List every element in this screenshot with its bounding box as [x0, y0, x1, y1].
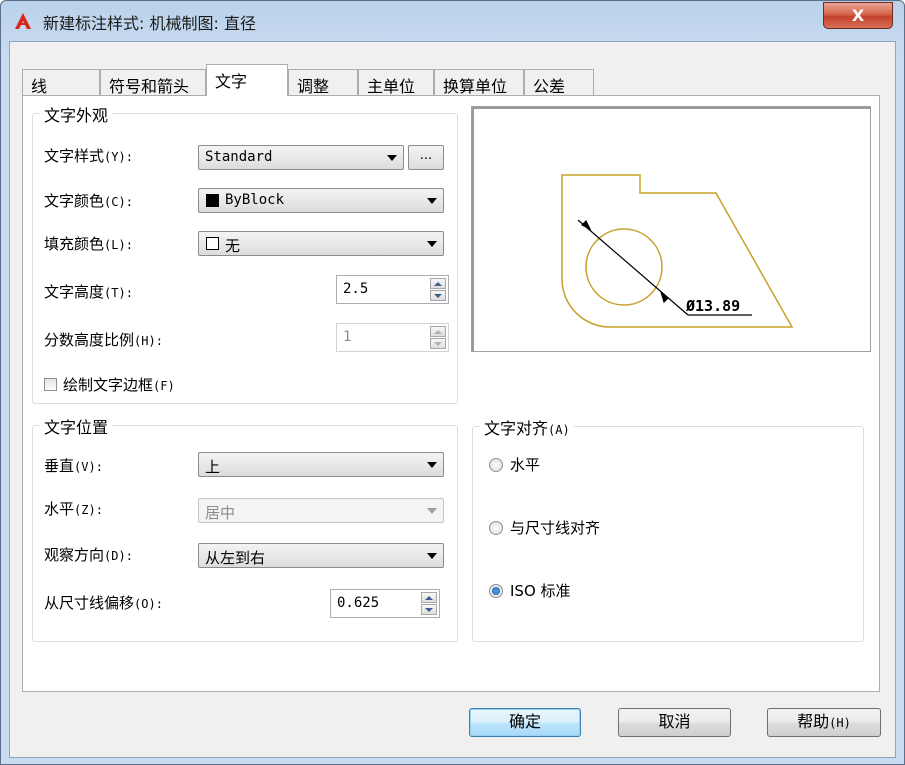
align-iso-label[interactable]: ISO 标准 — [510, 580, 571, 601]
spinner-buttons[interactable] — [430, 326, 446, 349]
vertical-combo[interactable]: 上 — [198, 452, 444, 477]
spin-down-icon[interactable] — [430, 290, 446, 301]
chevron-down-icon — [427, 198, 437, 204]
text-height-spinner[interactable]: 2.5 — [336, 275, 449, 304]
autocad-logo-icon — [15, 13, 31, 29]
dimension-preview-drawing: Ø13.89 — [561, 174, 794, 328]
text-color-combo[interactable]: ByBlock — [198, 188, 444, 213]
group-title-text-placement: 文字位置 — [40, 414, 113, 438]
fill-color-label: 填充颜色(L): — [44, 235, 133, 253]
spin-up-icon[interactable] — [430, 326, 446, 337]
browse-label: ... — [419, 148, 433, 163]
close-icon: X — [851, 6, 865, 25]
text-style-value: Standard — [205, 149, 273, 165]
tab-fit[interactable]: 调整 — [288, 69, 358, 96]
spin-down-icon[interactable] — [430, 338, 446, 349]
spin-up-icon[interactable] — [421, 592, 437, 603]
draw-frame-label[interactable]: 绘制文字边框(F) — [63, 374, 175, 395]
cancel-button[interactable]: 取消 — [618, 708, 731, 737]
empty-swatch-icon — [206, 237, 219, 250]
horizontal-combo[interactable]: 居中 — [198, 498, 444, 523]
window-title: 新建标注样式: 机械制图: 直径 — [43, 14, 256, 33]
preview-dimension-text: Ø13.89 — [685, 297, 740, 315]
tab-label: 文字 — [215, 72, 248, 91]
help-label: 帮助 — [797, 712, 830, 731]
chevron-down-icon — [427, 241, 437, 247]
align-with-dimline-label[interactable]: 与尺寸线对齐 — [510, 517, 600, 538]
fill-color-value: 无 — [225, 237, 241, 255]
ok-button[interactable]: 确定 — [469, 708, 581, 737]
tab-label: 主单位 — [367, 77, 416, 96]
ok-label: 确定 — [508, 712, 541, 731]
vertical-value: 上 — [205, 458, 221, 476]
align-with-dimline-radio[interactable] — [489, 521, 503, 535]
tab-label: 公差 — [533, 77, 566, 96]
tab-label: 线 — [31, 77, 48, 96]
help-key: (H) — [829, 716, 851, 730]
help-button[interactable]: 帮助(H) — [767, 708, 881, 737]
spin-down-icon[interactable] — [421, 604, 437, 615]
close-button[interactable]: X — [823, 2, 893, 29]
fraction-height-label: 分数高度比例(H): — [44, 331, 163, 349]
tab-label: 调整 — [297, 77, 330, 96]
draw-frame-checkbox[interactable] — [44, 378, 57, 391]
tab-alternate-units[interactable]: 换算单位 — [434, 69, 524, 96]
horizontal-label: 水平(Z): — [44, 500, 103, 518]
chevron-down-icon — [427, 462, 437, 468]
tab-label: 符号和箭头 — [109, 77, 190, 96]
tab-primary-units[interactable]: 主单位 — [358, 69, 434, 96]
vertical-label: 垂直(V): — [44, 457, 103, 475]
tab-text[interactable]: 文字 — [206, 64, 288, 96]
align-horizontal-label[interactable]: 水平 — [510, 454, 540, 475]
tab-label: 换算单位 — [443, 77, 508, 96]
text-style-combo[interactable]: Standard — [198, 145, 404, 170]
tab-tolerances[interactable]: 公差 — [524, 69, 594, 96]
text-style-label: 文字样式(Y): — [44, 147, 133, 165]
spinner-buttons[interactable] — [430, 278, 446, 301]
fraction-height-value: 1 — [343, 329, 352, 345]
group-title-text-appearance: 文字外观 — [40, 102, 113, 126]
cancel-label: 取消 — [658, 712, 691, 731]
offset-spinner[interactable]: 0.625 — [330, 589, 440, 618]
title-bar[interactable]: 新建标注样式: 机械制图: 直径 X — [1, 1, 904, 41]
offset-label: 从尺寸线偏移(O): — [44, 594, 163, 612]
tab-lines[interactable]: 线 — [22, 69, 100, 96]
chevron-down-icon — [387, 155, 397, 161]
fill-color-combo[interactable]: 无 — [198, 231, 444, 256]
view-direction-value: 从左到右 — [205, 549, 266, 567]
align-iso-radio[interactable] — [489, 584, 503, 598]
text-height-value: 2.5 — [343, 281, 369, 297]
fraction-height-spinner[interactable]: 1 — [336, 323, 449, 352]
view-direction-label: 观察方向(D): — [44, 546, 133, 564]
chevron-down-icon — [427, 508, 437, 514]
text-color-label: 文字颜色(C): — [44, 192, 133, 210]
text-style-browse-button[interactable]: ... — [408, 145, 444, 170]
color-swatch — [206, 194, 219, 207]
horizontal-value: 居中 — [205, 504, 236, 522]
preview-outline — [561, 174, 794, 328]
view-direction-combo[interactable]: 从左到右 — [198, 543, 444, 568]
chevron-down-icon — [427, 553, 437, 559]
text-color-value: ByBlock — [225, 192, 285, 208]
offset-value: 0.625 — [337, 595, 380, 611]
spin-up-icon[interactable] — [430, 278, 446, 289]
spinner-buttons[interactable] — [421, 592, 437, 615]
tab-symbols-arrows[interactable]: 符号和箭头 — [100, 69, 206, 96]
group-title-text-alignment: 文字对齐(A) — [480, 415, 574, 439]
preview-pane: Ø13.89 — [471, 106, 871, 352]
text-height-label: 文字高度(T): — [44, 283, 133, 301]
align-horizontal-radio[interactable] — [489, 458, 503, 472]
